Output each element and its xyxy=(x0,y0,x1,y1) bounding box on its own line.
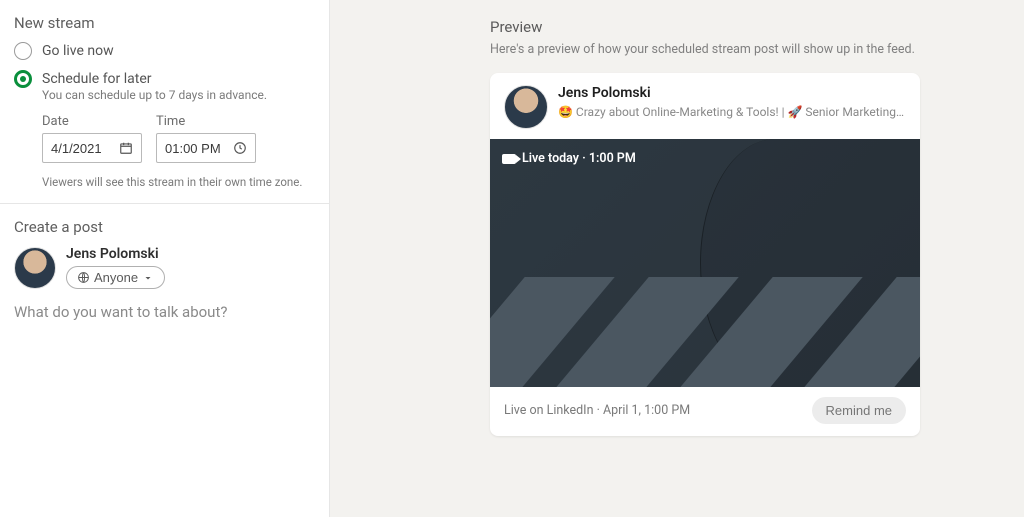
date-input-wrap[interactable] xyxy=(42,133,142,163)
live-badge-text: Live today · 1:00 PM xyxy=(522,151,636,166)
preview-title: Preview xyxy=(490,18,988,36)
stream-thumbnail: Live today · 1:00 PM xyxy=(490,139,920,387)
time-label: Time xyxy=(156,114,256,129)
time-input[interactable] xyxy=(165,141,227,156)
chevron-down-icon xyxy=(142,272,154,284)
card-author-name: Jens Polomski xyxy=(558,85,906,101)
globe-icon xyxy=(77,271,90,284)
new-stream-title: New stream xyxy=(14,14,315,32)
poster-name: Jens Polomski xyxy=(66,246,165,262)
post-textarea[interactable] xyxy=(14,303,315,357)
card-author-tagline: 🤩 Crazy about Online-Marketing & Tools! … xyxy=(558,105,906,119)
audience-label: Anyone xyxy=(94,270,138,285)
date-input[interactable] xyxy=(51,141,113,156)
timezone-note: Viewers will see this stream in their ow… xyxy=(42,175,315,189)
audience-selector[interactable]: Anyone xyxy=(66,266,165,289)
time-input-wrap[interactable] xyxy=(156,133,256,163)
preview-card: Jens Polomski 🤩 Crazy about Online-Marke… xyxy=(490,73,920,436)
remind-me-button[interactable]: Remind me xyxy=(812,397,906,424)
radio-label: Schedule for later xyxy=(42,71,152,87)
live-badge: Live today · 1:00 PM xyxy=(502,151,636,166)
date-label: Date xyxy=(42,114,142,129)
schedule-note: You can schedule up to 7 days in advance… xyxy=(42,88,315,102)
new-stream-section: New stream Go live now Schedule for late… xyxy=(0,0,329,203)
calendar-icon xyxy=(119,141,133,155)
camera-icon xyxy=(502,154,516,164)
radio-icon-unselected xyxy=(14,42,32,60)
create-post-title: Create a post xyxy=(14,218,315,236)
preview-description: Here's a preview of how your scheduled s… xyxy=(490,42,988,57)
radio-label: Go live now xyxy=(42,43,114,59)
avatar xyxy=(504,85,548,129)
avatar xyxy=(14,247,56,289)
radio-schedule-for-later[interactable]: Schedule for later xyxy=(14,70,315,88)
clock-icon xyxy=(233,141,247,155)
create-post-section: Create a post Jens Polomski Anyone xyxy=(0,203,329,375)
radio-icon-selected xyxy=(14,70,32,88)
card-footer-text: Live on LinkedIn · April 1, 1:00 PM xyxy=(504,403,690,418)
radio-go-live-now[interactable]: Go live now xyxy=(14,42,315,60)
